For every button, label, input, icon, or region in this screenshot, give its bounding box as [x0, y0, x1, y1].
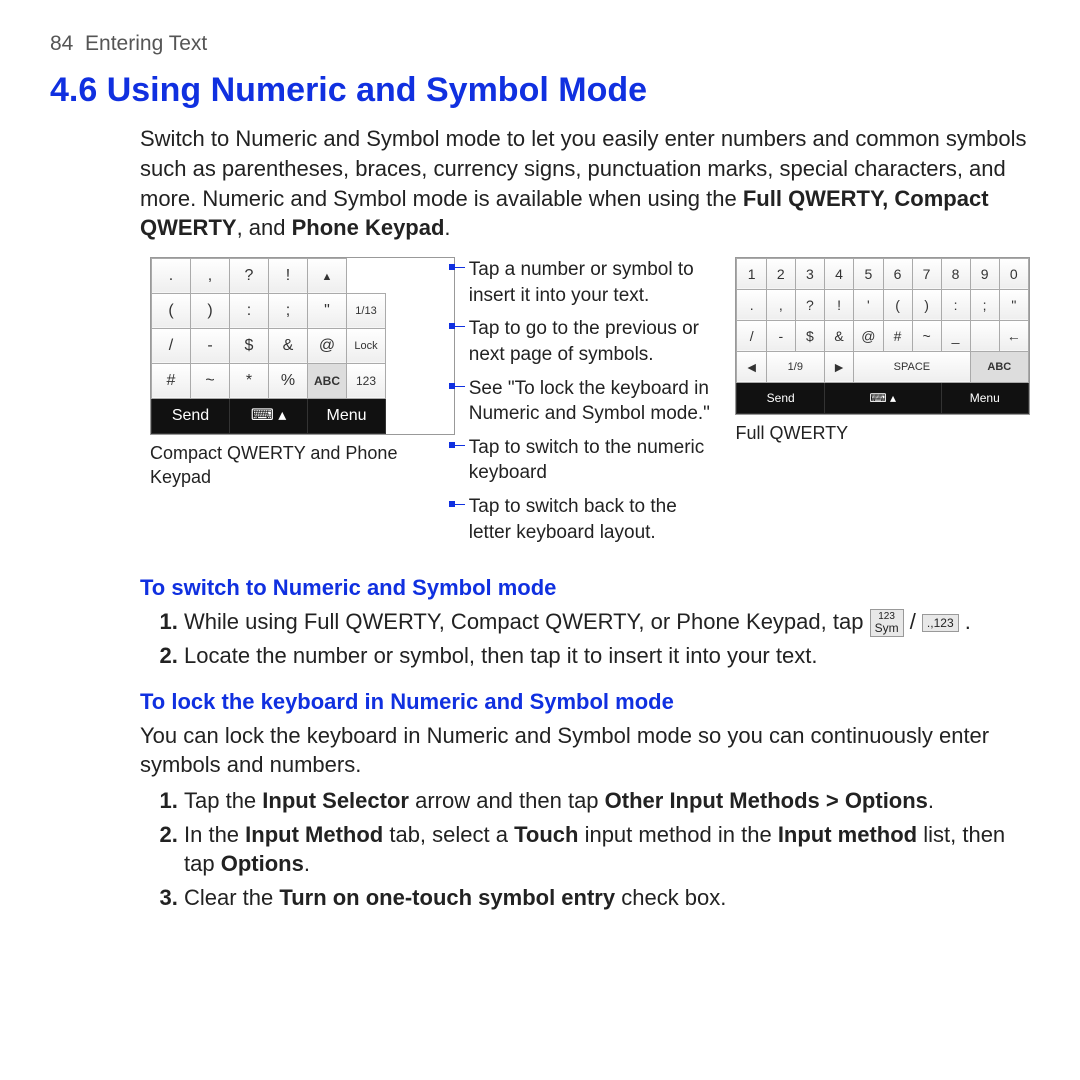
subheading-lock: To lock the keyboard in Numeric and Symb…: [140, 687, 1030, 717]
compact-keypad: . , ? ! ( ) : ; " 1/13: [151, 258, 386, 434]
key[interactable]: (: [152, 293, 191, 328]
key[interactable]: 0: [999, 258, 1028, 289]
annotation: Tap a number or symbol to insert it into…: [469, 257, 722, 308]
key[interactable]: ": [999, 289, 1028, 320]
key[interactable]: :: [230, 293, 269, 328]
key[interactable]: 8: [941, 258, 970, 289]
step: In the Input Method tab, select a Touch …: [184, 820, 1030, 879]
key[interactable]: 6: [883, 258, 912, 289]
key[interactable]: @: [308, 328, 347, 363]
page-number: 84: [50, 32, 73, 55]
send-button[interactable]: Send: [737, 382, 824, 413]
space-key[interactable]: SPACE: [854, 351, 970, 382]
key[interactable]: ): [191, 293, 230, 328]
figure-block: . , ? ! ( ) : ; " 1/13: [150, 257, 1030, 553]
key[interactable]: _: [941, 320, 970, 351]
key[interactable]: :: [941, 289, 970, 320]
annotation-column: Tap a number or symbol to insert it into…: [469, 257, 722, 553]
abc-key[interactable]: ABC: [308, 363, 347, 398]
prev-page-key[interactable]: ◄: [737, 351, 766, 382]
key[interactable]: &: [824, 320, 853, 351]
next-page-key[interactable]: ►: [824, 351, 853, 382]
abc-key[interactable]: ABC: [970, 351, 1028, 382]
key[interactable]: &: [269, 328, 308, 363]
keyboard-icon[interactable]: ⌨ ▴: [824, 382, 941, 413]
step: Clear the Turn on one-touch symbol entry…: [184, 883, 1030, 913]
section-heading: 4.6 Using Numeric and Symbol Mode: [50, 68, 1030, 114]
key[interactable]: 9: [970, 258, 999, 289]
page-indicator: 1/13: [347, 293, 386, 328]
key[interactable]: ,: [766, 289, 795, 320]
key[interactable]: ': [854, 289, 883, 320]
menu-button[interactable]: Menu: [308, 398, 386, 433]
compact-keypad-figure: . , ? ! ( ) : ; " 1/13: [150, 257, 455, 553]
lock-key[interactable]: Lock: [347, 328, 386, 363]
chapter-title: Entering Text: [85, 32, 207, 55]
annotation: Tap to switch back to the letter keyboar…: [469, 494, 722, 545]
key[interactable]: ,: [191, 258, 230, 293]
key[interactable]: /: [737, 320, 766, 351]
key[interactable]: [970, 320, 999, 351]
key[interactable]: 4: [824, 258, 853, 289]
intro-paragraph: Switch to Numeric and Symbol mode to let…: [140, 124, 1030, 243]
key[interactable]: ;: [970, 289, 999, 320]
key[interactable]: ~: [912, 320, 941, 351]
key[interactable]: 5: [854, 258, 883, 289]
step: Locate the number or symbol, then tap it…: [184, 641, 1030, 671]
key[interactable]: !: [269, 258, 308, 293]
running-header: 84 Entering Text: [50, 30, 1030, 58]
menu-button[interactable]: Menu: [941, 382, 1028, 413]
annotation: Tap to go to the previous or next page o…: [469, 316, 722, 367]
key[interactable]: ": [308, 293, 347, 328]
key[interactable]: *: [230, 363, 269, 398]
key[interactable]: 2: [766, 258, 795, 289]
key[interactable]: ?: [795, 289, 824, 320]
key[interactable]: 7: [912, 258, 941, 289]
key[interactable]: 3: [795, 258, 824, 289]
key[interactable]: !: [824, 289, 853, 320]
annotation: See "To lock the keyboard in Numeric and…: [469, 376, 722, 427]
step: Tap the Input Selector arrow and then ta…: [184, 786, 1030, 816]
page-indicator: 1/9: [766, 351, 824, 382]
key[interactable]: .: [737, 289, 766, 320]
key[interactable]: $: [230, 328, 269, 363]
sym-key-icon: 123Sym: [870, 609, 904, 637]
annotation: Tap to switch to the numeric keyboard: [469, 435, 722, 486]
page-up-key[interactable]: [308, 258, 347, 293]
lock-steps: Tap the Input Selector arrow and then ta…: [158, 786, 1030, 913]
key[interactable]: ?: [230, 258, 269, 293]
send-button[interactable]: Send: [152, 398, 230, 433]
key[interactable]: #: [152, 363, 191, 398]
full-qwerty-figure: 1 2 3 4 5 6 7 8 9 0 . , ?: [735, 257, 1030, 553]
key[interactable]: #: [883, 320, 912, 351]
key[interactable]: $: [795, 320, 824, 351]
switch-steps: While using Full QWERTY, Compact QWERTY,…: [158, 607, 1030, 671]
key[interactable]: .: [152, 258, 191, 293]
key[interactable]: 1: [737, 258, 766, 289]
key[interactable]: %: [269, 363, 308, 398]
key[interactable]: ): [912, 289, 941, 320]
subheading-switch: To switch to Numeric and Symbol mode: [140, 573, 1030, 603]
key[interactable]: ;: [269, 293, 308, 328]
key[interactable]: (: [883, 289, 912, 320]
figure-caption-right: Full QWERTY: [735, 421, 1030, 445]
backspace-key[interactable]: ←: [999, 320, 1028, 351]
keyboard-icon[interactable]: ⌨ ▴: [230, 398, 308, 433]
key[interactable]: @: [854, 320, 883, 351]
key[interactable]: /: [152, 328, 191, 363]
full-qwerty-keypad: 1 2 3 4 5 6 7 8 9 0 . , ?: [736, 258, 1029, 414]
key[interactable]: -: [191, 328, 230, 363]
num-key-icon: .,123: [922, 614, 959, 632]
key[interactable]: ~: [191, 363, 230, 398]
figure-caption-left: Compact QWERTY and Phone Keypad: [150, 441, 455, 490]
key[interactable]: -: [766, 320, 795, 351]
step: While using Full QWERTY, Compact QWERTY,…: [184, 607, 1030, 637]
lock-paragraph: You can lock the keyboard in Numeric and…: [140, 721, 1030, 780]
num-key[interactable]: 123: [347, 363, 386, 398]
